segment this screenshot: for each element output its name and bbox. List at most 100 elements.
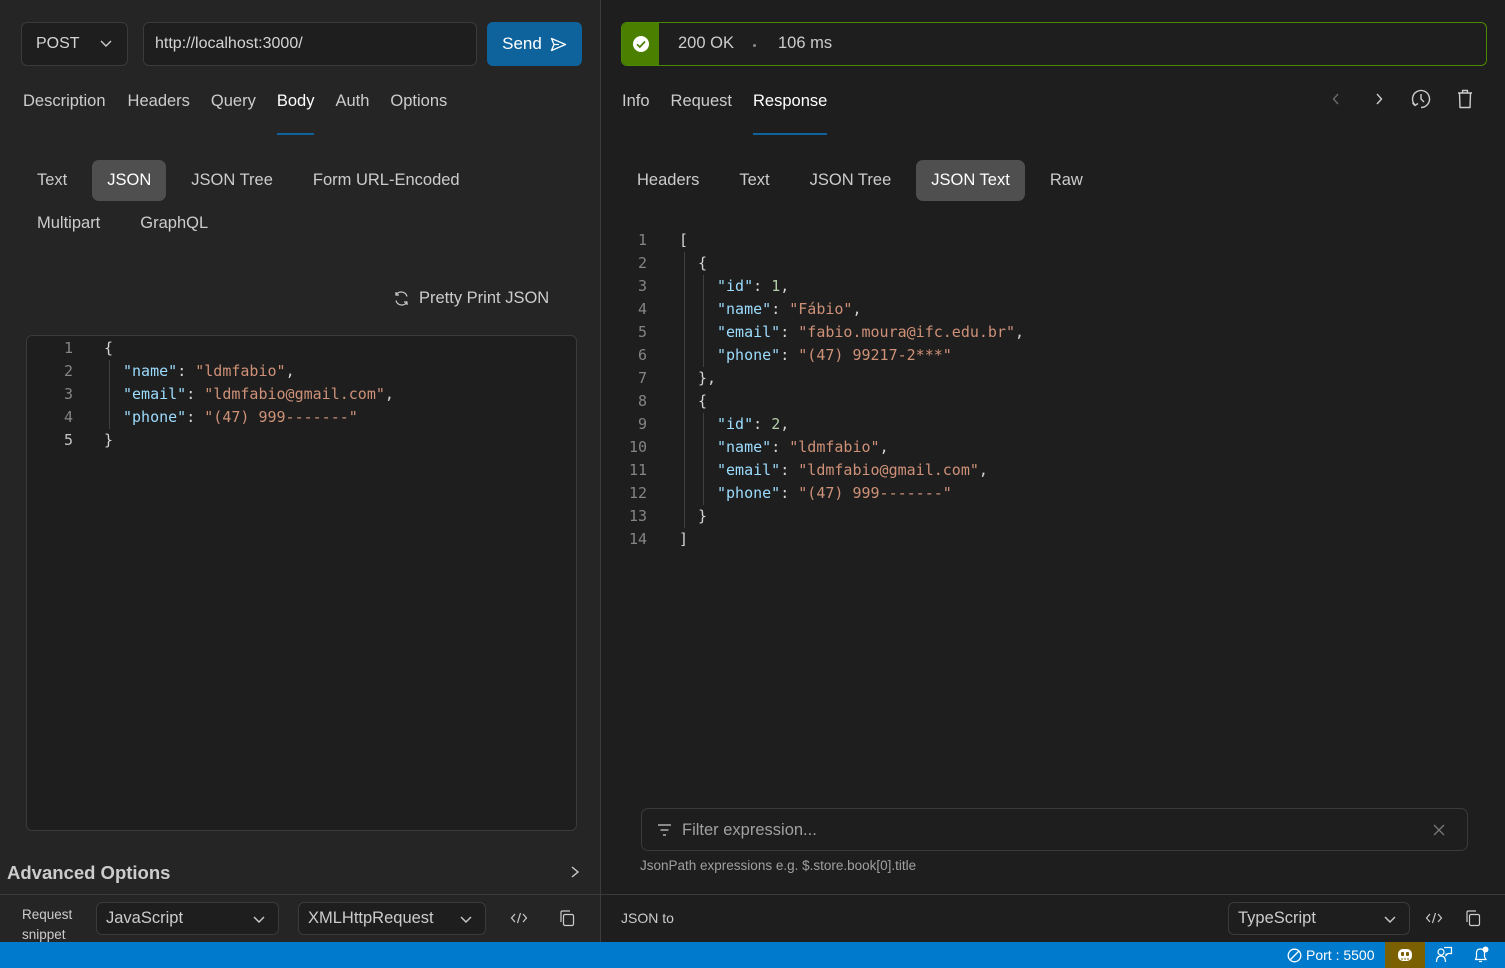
filter-box [641, 808, 1468, 851]
code-token: "name" [123, 362, 178, 380]
body-type-json[interactable]: JSON [92, 160, 167, 201]
generate-types-button[interactable] [1423, 907, 1445, 929]
code-token: "(47) 99217-2***" [798, 346, 952, 364]
clear-filter-icon[interactable] [1433, 824, 1445, 836]
chevron-down-icon [100, 40, 112, 47]
code-line: } [698, 505, 707, 528]
code-token: : [780, 484, 799, 502]
request-body-editor[interactable]: 1 {2 "name": "ldmfabio", 3 "email": "ldmfabi… [26, 335, 577, 831]
tab-options[interactable]: Options [390, 92, 447, 121]
code-line: { [698, 252, 707, 275]
filter-icon [658, 824, 671, 836]
code-token: , [978, 461, 988, 479]
code-line: "name": "Fábio", [717, 298, 862, 321]
previous-button[interactable] [1325, 88, 1347, 110]
copilot-icon [1398, 949, 1412, 961]
code-token: 2 [771, 415, 781, 433]
code-token: 1 [771, 277, 781, 295]
tab-headers[interactable]: Headers [128, 92, 190, 121]
code-token: ] [679, 530, 689, 548]
code-line: "name": "ldmfabio", [123, 360, 295, 383]
snippet-language-select[interactable]: JavaScript [96, 902, 279, 935]
line-number: 8 [637, 392, 647, 410]
tab-query[interactable]: Query [211, 92, 256, 121]
chevron-right-icon[interactable] [568, 864, 582, 880]
code-token: "(47) 999-------" [798, 484, 952, 502]
response-body-viewer[interactable]: 1 [2 {3 "id": 1, 4 "name": "Fábio", 5 "email": … [621, 228, 1481, 788]
code-token: "ldmfabio@gmail.com" [204, 385, 385, 403]
code-token: { [698, 392, 708, 410]
url-input[interactable]: http://localhost:3000/ [143, 22, 477, 66]
tab-request[interactable]: Request [671, 92, 732, 121]
code-token: { [104, 339, 114, 357]
view-type-json-text[interactable]: JSON Text [916, 160, 1025, 201]
notifications-status[interactable] [1472, 942, 1490, 968]
code-token: : [753, 415, 772, 433]
body-type-json-tree[interactable]: JSON Tree [176, 160, 288, 201]
code-token: "ldmfabio" [195, 362, 286, 380]
line-number: 10 [628, 438, 647, 456]
code-icon [1425, 912, 1443, 924]
copy-types-button[interactable] [1462, 907, 1484, 929]
pretty-print-button[interactable]: Pretty Print JSON [393, 289, 549, 308]
json-to-language-select[interactable]: TypeScript [1228, 902, 1410, 935]
code-line: "phone": "(47) 99217-2***" [717, 344, 952, 367]
line-number: 5 [63, 431, 73, 449]
snippet-language-value: JavaScript [106, 909, 184, 927]
response-view-types: Headers Text JSON Tree JSON Text Raw [622, 160, 1108, 201]
status-indicator [622, 23, 659, 65]
send-button[interactable]: Send [487, 22, 582, 66]
view-type-json-tree[interactable]: JSON Tree [795, 160, 907, 201]
line-number: 6 [637, 346, 647, 364]
chevron-left-icon [1332, 93, 1339, 105]
view-type-text[interactable]: Text [724, 160, 784, 201]
clear-history-button[interactable] [1454, 88, 1476, 110]
code-line: } [104, 429, 113, 452]
code-token: "ldmfabio" [789, 438, 880, 456]
copilot-status[interactable] [1385, 942, 1425, 968]
tab-auth[interactable]: Auth [335, 92, 369, 121]
port-label: Port : 5500 [1306, 947, 1375, 963]
code-icon [510, 912, 528, 924]
copy-snippet-button[interactable] [556, 907, 578, 929]
history-button[interactable] [1410, 88, 1432, 110]
tab-body[interactable]: Body [276, 92, 314, 135]
body-type-text[interactable]: Text [22, 160, 82, 201]
line-number: 9 [637, 415, 647, 433]
indent-guide [703, 413, 704, 505]
tab-info[interactable]: Info [622, 92, 650, 121]
method-value: POST [36, 35, 80, 52]
next-button[interactable] [1368, 88, 1390, 110]
body-type-multipart[interactable]: Multipart [22, 203, 115, 244]
code-token: , [780, 415, 790, 433]
bell-dot-icon [1474, 946, 1489, 963]
status-bar: Port : 5500 [0, 942, 1505, 968]
tab-response[interactable]: Response [753, 92, 828, 135]
filter-input[interactable] [682, 819, 1382, 841]
generate-snippet-button[interactable] [508, 907, 530, 929]
line-number: 2 [637, 254, 647, 272]
method-select[interactable]: POST [21, 22, 128, 66]
json-to-language-value: TypeScript [1238, 909, 1316, 927]
code-token: : [780, 346, 799, 364]
code-token: , [1015, 323, 1025, 341]
code-token: "ldmfabio@gmail.com" [798, 461, 979, 479]
code-token: , [852, 300, 862, 318]
view-type-headers[interactable]: Headers [622, 160, 714, 201]
send-label: Send [502, 34, 542, 53]
code-token: "Fábio" [789, 300, 853, 318]
response-time: 106 ms [778, 34, 833, 52]
indent-guide [684, 252, 685, 528]
port-status[interactable]: Port : 5500 [1287, 942, 1375, 968]
line-number: 2 [63, 362, 73, 380]
live-share-status[interactable] [1435, 942, 1453, 968]
tab-description[interactable]: Description [23, 92, 106, 121]
code-token: } [104, 431, 114, 449]
code-token: "name" [717, 300, 772, 318]
snippet-library-select[interactable]: XMLHttpRequest [298, 902, 486, 935]
line-number: 12 [628, 484, 647, 502]
body-type-form-url-encoded[interactable]: Form URL-Encoded [298, 160, 475, 201]
body-type-graphql[interactable]: GraphQL [125, 203, 223, 244]
view-type-raw[interactable]: Raw [1035, 160, 1098, 201]
body-type-row-2: Multipart GraphQL [22, 203, 233, 244]
